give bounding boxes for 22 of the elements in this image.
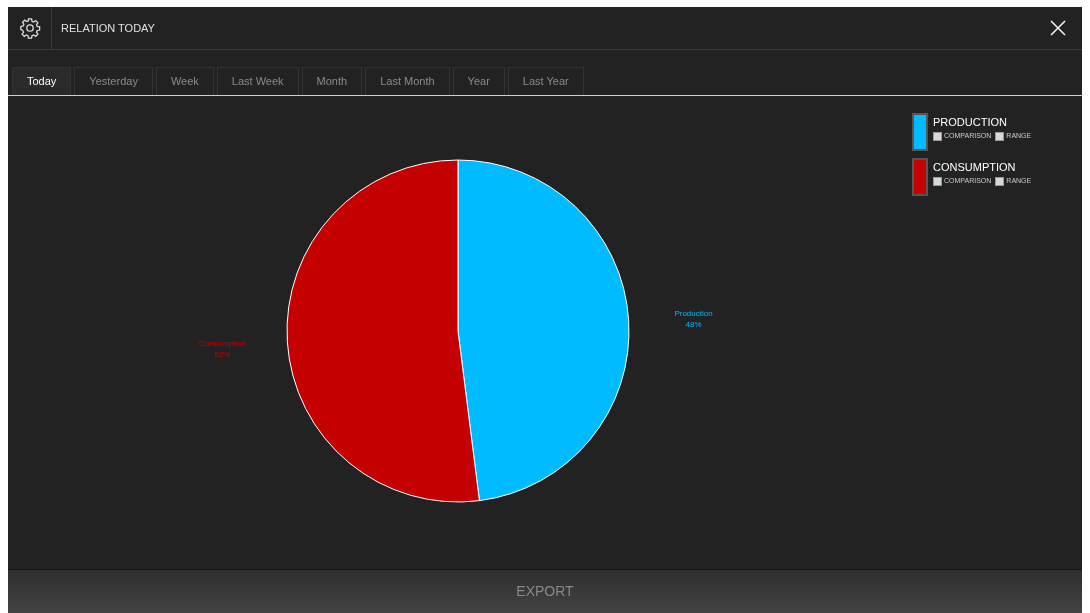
slice-value: 52%: [214, 349, 231, 359]
export-button[interactable]: EXPORT: [8, 569, 1082, 613]
period-tab[interactable]: Year: [452, 67, 505, 95]
period-tab[interactable]: Last Month: [365, 67, 450, 95]
slice-label: Production: [674, 309, 713, 319]
checkbox[interactable]: [933, 176, 942, 186]
legend-label: CONSUMPTION: [933, 160, 1017, 175]
period-tab[interactable]: Last Week: [216, 67, 299, 95]
checkbox[interactable]: [933, 131, 942, 141]
period-tab[interactable]: Month: [301, 67, 363, 95]
settings-icon: [18, 17, 41, 39]
slice-value: 48%: [685, 320, 702, 330]
period-tab[interactable]: Today: [12, 67, 72, 95]
window-title: RELATION TODAY: [61, 20, 155, 36]
checkbox[interactable]: [995, 131, 1005, 141]
period-tab[interactable]: Yesterday: [74, 67, 153, 95]
legend-label: PRODUCTION: [933, 115, 1008, 130]
period-tab[interactable]: Week: [155, 67, 214, 95]
slice-label: Consumption: [198, 338, 247, 348]
checkbox[interactable]: [995, 176, 1005, 186]
close-icon: [1049, 19, 1067, 37]
period-tab[interactable]: Last Year: [507, 67, 584, 95]
